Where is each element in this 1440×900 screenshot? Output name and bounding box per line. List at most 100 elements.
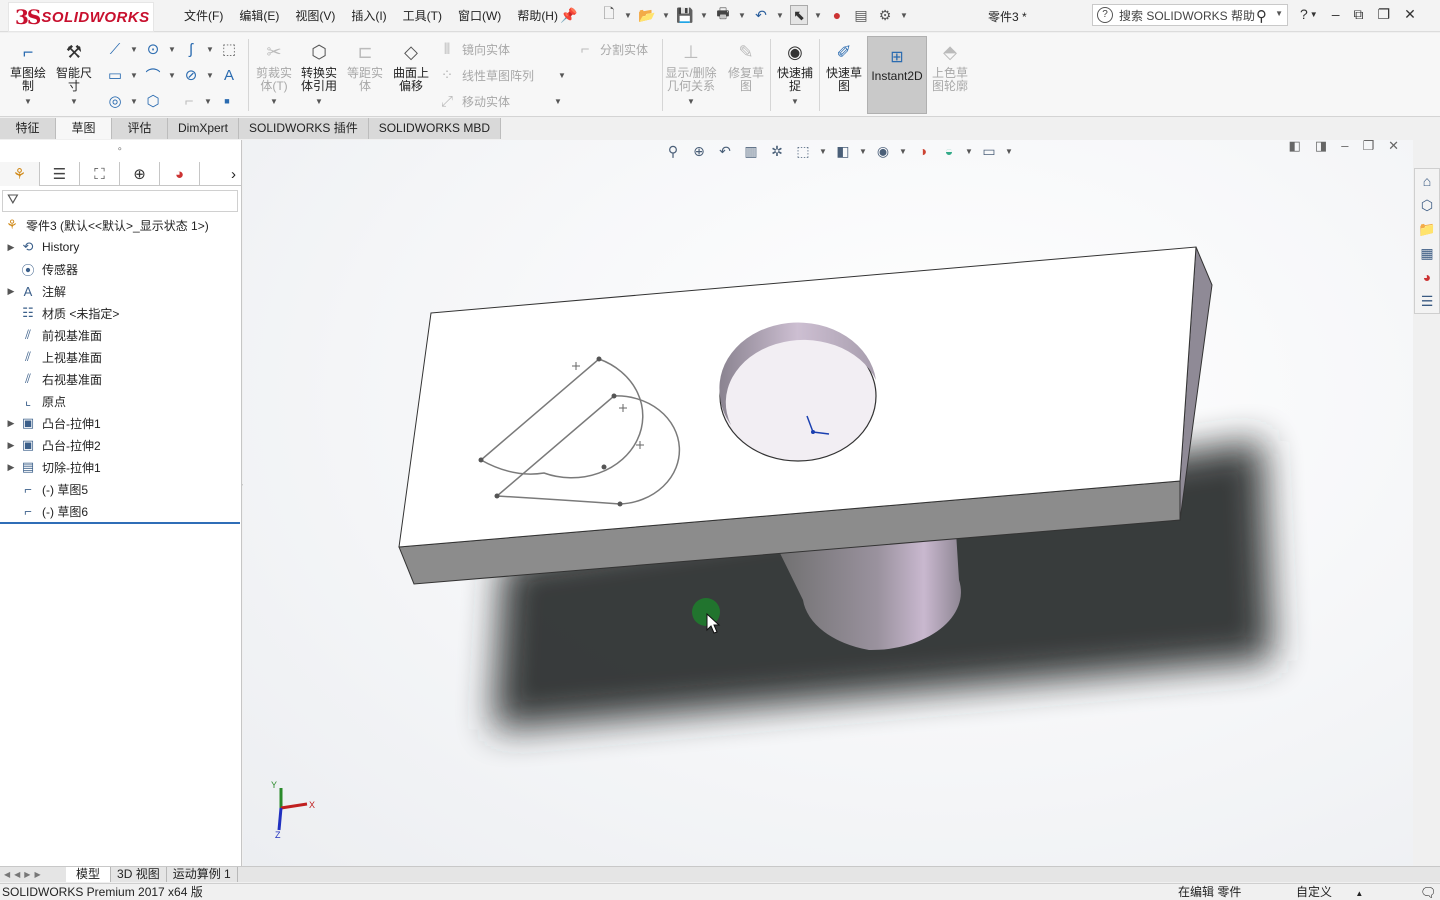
line-icon[interactable]: ⟋ (104, 39, 126, 59)
chevron-down-icon[interactable]: ▼ (206, 71, 214, 80)
quick-snaps-button[interactable]: ◉ 快速捕 捉 ▼ (773, 39, 817, 111)
model-view[interactable]: Y X Z (243, 140, 1413, 866)
tab-solidworks-mbd[interactable]: SOLIDWORKS MBD (368, 118, 502, 139)
tab-features[interactable]: 特征 (0, 118, 56, 139)
chevron-down-icon[interactable]: ▼ (776, 11, 784, 20)
rollback-bar[interactable] (0, 522, 240, 524)
chevron-down-icon[interactable]: ▼ (168, 71, 176, 80)
tab-3d-view[interactable]: 3D 视图 (111, 867, 167, 882)
select-cursor-icon[interactable]: ⬉ (790, 5, 808, 25)
chevron-down-icon[interactable]: ▼ (738, 11, 746, 20)
menu-insert[interactable]: 插入(I) (343, 7, 394, 25)
custom-properties-icon[interactable]: ☰ (1415, 289, 1439, 313)
display-grid-icon[interactable]: ⬚ (218, 39, 240, 59)
tree-item-2[interactable]: ▶ A 注解 (0, 280, 240, 302)
panel-grip-icon[interactable]: ⚬ (116, 144, 124, 155)
spline-icon[interactable]: ʃ (180, 39, 202, 59)
menu-edit[interactable]: 编辑(E) (231, 7, 287, 25)
expand-arrow-icon[interactable]: ▶ (4, 440, 18, 451)
instant2d-button[interactable]: ⊞ Instant2D (867, 36, 927, 114)
tree-item-11[interactable]: ⌐ (-) 草图5 (0, 478, 240, 500)
slot-icon[interactable]: ◎ (104, 91, 126, 111)
tree-item-4[interactable]: ⫽ 前视基准面 (0, 324, 240, 346)
appearances-icon[interactable]: ◕ (1415, 265, 1439, 289)
chevron-down-icon[interactable]: ▼ (1275, 9, 1283, 18)
smart-dimension-button[interactable]: ⚒ 智能尺 寸 ▼ (52, 39, 96, 111)
undo-icon[interactable]: ↶ (752, 5, 770, 25)
circle-icon[interactable]: ⊙ (142, 39, 164, 59)
search-icon[interactable]: ⚲ (1256, 7, 1267, 25)
tree-filter-input[interactable]: ⛛ (2, 190, 238, 212)
tab-dimxpert[interactable]: DimXpert (168, 118, 240, 139)
tab-evaluate[interactable]: 评估 (112, 118, 168, 139)
trim-entities-button[interactable]: ✂ 剪裁实 体(T) ▼ (252, 39, 296, 111)
open-folder-icon[interactable]: 📂 (638, 5, 656, 25)
expand-arrow-icon[interactable]: ▶ (4, 242, 18, 253)
status-message-icon[interactable]: 🗨 (1420, 884, 1437, 900)
chevron-down-icon[interactable]: ▼ (554, 97, 562, 106)
chevron-down-icon[interactable]: ▼ (130, 71, 138, 80)
chevron-down-icon[interactable]: ▼ (662, 11, 670, 20)
solidworks-resources-icon[interactable]: ⌂ (1415, 169, 1439, 193)
surface-offset-button[interactable]: ◇ 曲面上 偏移 (389, 39, 433, 111)
chevron-down-icon[interactable]: ▼ (814, 11, 822, 20)
chevron-down-icon[interactable]: ▼ (624, 11, 632, 20)
chevron-down-icon[interactable]: ▼ (206, 45, 214, 54)
view-palette-icon[interactable]: ▦ (1415, 241, 1439, 265)
unit-system[interactable]: 自定义 ▲ (1296, 884, 1363, 900)
tree-item-5[interactable]: ⫽ 上视基准面 (0, 346, 240, 368)
design-library-icon[interactable]: ⬡ (1415, 193, 1439, 217)
point-icon[interactable]: ■ (216, 91, 238, 111)
chevron-down-icon[interactable]: ▼ (558, 71, 566, 80)
tab-motion-study-1[interactable]: 运动算例 1 (167, 867, 238, 882)
tree-item-10[interactable]: ▶ ▤ 切除-拉伸1 (0, 456, 240, 478)
text-icon[interactable]: A (218, 65, 240, 85)
menu-view[interactable]: 视图(V) (287, 7, 343, 25)
minimize-icon[interactable]: – (1332, 6, 1340, 23)
options-gear-icon[interactable]: ⚙ (876, 5, 894, 25)
tree-item-8[interactable]: ▶ ▣ 凸台-拉伸1 (0, 412, 240, 434)
tab-scroll-arrows[interactable]: ◀◀▶▶ (0, 867, 66, 882)
chevron-down-icon[interactable]: ▼ (130, 45, 138, 54)
file-properties-icon[interactable]: ▤ (852, 5, 870, 25)
sketch-button[interactable]: ⌐ 草图绘 制 ▼ (6, 39, 50, 111)
repair-sketch-button[interactable]: ✎ 修复草 图 (724, 39, 768, 111)
chevron-down-icon[interactable]: ▼ (1310, 10, 1318, 23)
tree-root-part[interactable]: ⚘ 零件3 (默认<<默认>_显示状态 1>) (0, 214, 240, 236)
convert-entities-button[interactable]: ⬡ 转换实 体引用 ▼ (297, 39, 341, 111)
chevron-up-icon[interactable]: ▲ (1355, 889, 1363, 898)
hexagon-icon[interactable]: ⬡ (142, 91, 164, 111)
graphics-area[interactable]: ⚲ ⊕ ↶ ▥ ✲ ⬚ ▼ ◧ ▼ ◉ ▼ ◑ ◒ ▼ ▭ ▼ ◧ ◨ – ❐ ✕ (243, 140, 1413, 866)
linear-pattern-button[interactable]: ⁘ 线性草图阵列 ▼ (436, 65, 566, 85)
configuration-manager-tab-icon[interactable]: ⛶ (80, 162, 120, 186)
chevron-down-icon[interactable]: ▼ (700, 11, 708, 20)
help-search-box[interactable]: ? 搜索 SOLIDWORKS 帮助 ⚲ ▼ (1092, 4, 1288, 26)
expand-arrow-icon[interactable]: ▶ (4, 462, 18, 473)
expand-arrow-icon[interactable]: ▶ (4, 418, 18, 429)
chevron-down-icon[interactable]: ▼ (204, 97, 212, 106)
mirror-entities-button[interactable]: ⫴ 镜向实体 (436, 39, 510, 59)
arc-icon[interactable]: ⌒ (142, 65, 164, 85)
chevron-down-icon[interactable]: ▼ (773, 95, 817, 108)
menu-file[interactable]: 文件(F) (176, 7, 231, 25)
move-entities-button[interactable]: ⤢ 移动实体 ▼ (436, 91, 562, 111)
tree-item-12[interactable]: ⌐ (-) 草图6 (0, 500, 240, 522)
rectangle-icon[interactable]: ▭ (104, 65, 126, 85)
offset-entities-button[interactable]: ⊏ 等距实 体 (343, 39, 387, 111)
tile-windows-icon[interactable]: ⧉ (1354, 6, 1364, 23)
tab-solidworks-addins[interactable]: SOLIDWORKS 插件 (239, 118, 369, 139)
rebuild-traffic-light-icon[interactable]: ● (828, 5, 846, 25)
rapid-sketch-button[interactable]: ✐ 快速草 图 (822, 39, 866, 111)
menu-tools[interactable]: 工具(T) (395, 7, 450, 25)
tab-sketch[interactable]: 草图 (56, 118, 112, 139)
chevron-down-icon[interactable]: ▼ (52, 95, 96, 108)
chevron-down-icon[interactable]: ▼ (297, 95, 341, 108)
close-icon[interactable]: ✕ (1404, 6, 1416, 23)
tab-model[interactable]: 模型 (66, 867, 112, 882)
tree-item-0[interactable]: ▶ ⟲ History (0, 236, 240, 258)
help-icon[interactable]: ? (1300, 6, 1308, 23)
tree-item-3[interactable]: ☷ 材质 <未指定> (0, 302, 240, 324)
tree-item-1[interactable]: ⦿ 传感器 (0, 258, 240, 280)
file-explorer-icon[interactable]: 📁 (1415, 217, 1439, 241)
fillet-icon[interactable]: ⌐ (178, 91, 200, 111)
